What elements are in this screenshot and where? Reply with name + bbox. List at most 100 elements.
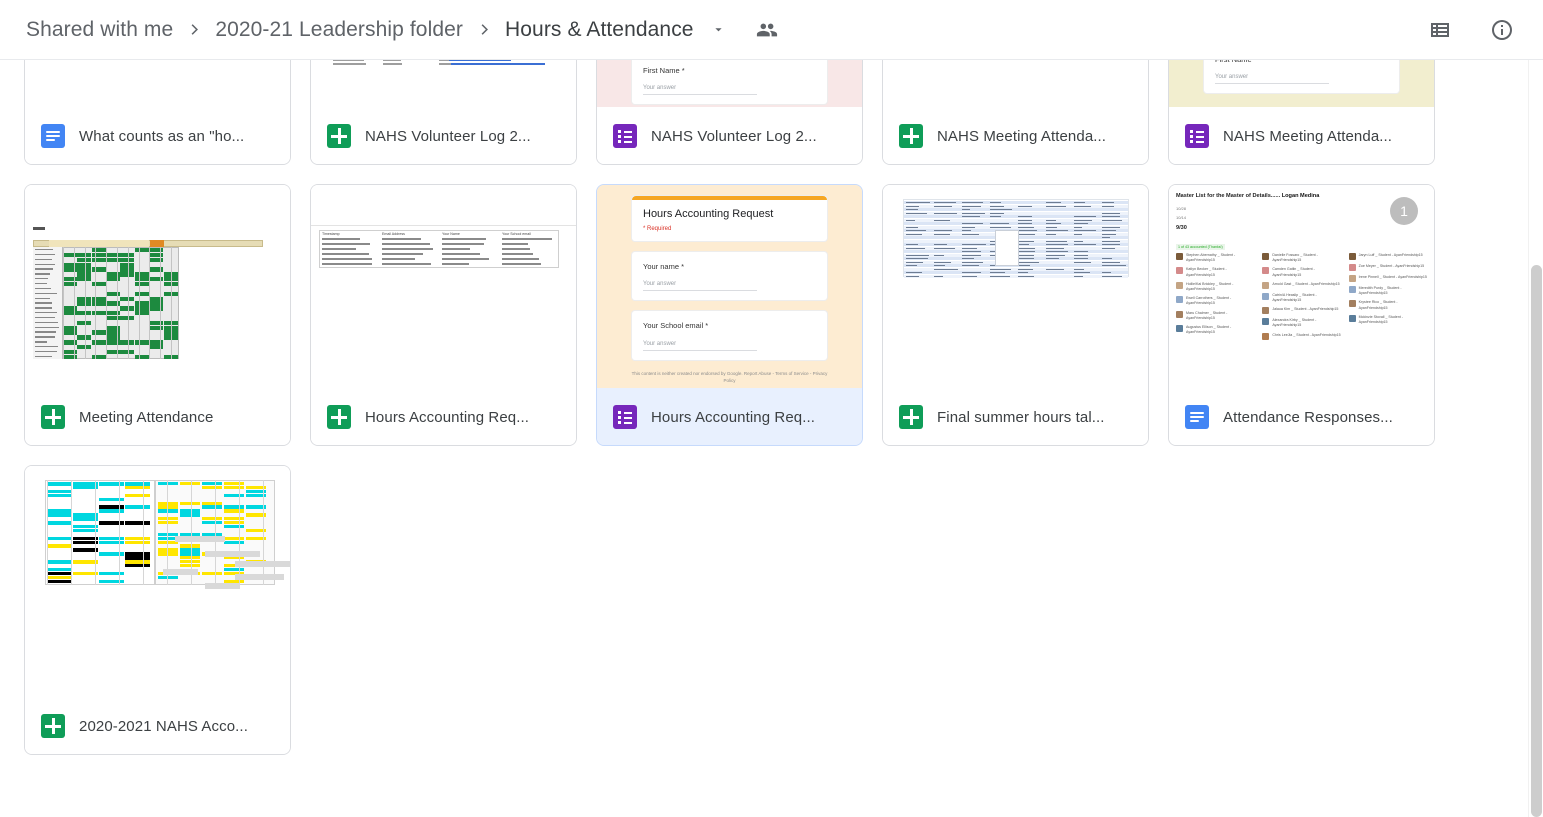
file-badge-count: 1 [1390,197,1418,225]
thumb-doc-entry-name: Zoe Meyer _ Student - AyanFriendship15 [1359,264,1424,271]
google-sheets-icon [41,714,65,738]
avatar [1176,296,1183,303]
form-field-placeholder: Your answer [643,341,757,351]
thumb-doc-entry-name: Mckinzie Stovall _ Student - AyanFriends… [1359,315,1427,325]
google-docs-icon [1185,405,1209,429]
avatar [1349,253,1356,260]
thumb-doc-entry: Chris LeeJia _ Student - AyanFriendship1… [1262,333,1340,340]
thumb-doc-entry-name: Danielle Fossaro _ Student - AyanFriends… [1272,253,1340,263]
file-thumbnail [311,60,576,107]
google-sheets-icon [327,124,351,148]
avatar [1349,315,1356,322]
file-thumbnail: It is the responsibility of the Honor st… [597,60,862,107]
thumb-doc-entry: Danielle Fossaro _ Student - AyanFriends… [1262,253,1340,263]
file-card-footer: Attendance Responses... [1169,388,1434,445]
avatar [1176,253,1183,260]
file-card-footer: NAHS Meeting Attenda... [1169,107,1434,164]
file-card[interactable]: NAHS Meeting Attenda... [882,60,1149,165]
file-card[interactable]: Master List for the Master of Details...… [1168,184,1435,446]
file-grid: Meetings attended for NAHS club, MOMA Te… [0,60,1543,755]
list-view-icon[interactable] [1425,15,1455,45]
form-field-placeholder: Your answer [643,85,757,95]
breadcrumb-item-shared-with-me[interactable]: Shared with me [22,16,177,44]
file-card-footer: What counts as an "ho... [25,107,290,164]
thumb-doc-entry-name: Maru Chalmer _ Student - AyanFriendship1… [1186,311,1254,321]
file-thumbnail [25,185,290,388]
form-field-card: Your School email * Your answer [631,310,828,360]
thumb-doc-entry: Jalaua Kim _ Student - AyanFriendship15 [1262,307,1340,314]
google-sheets-icon [327,405,351,429]
people-icon[interactable] [754,17,780,43]
breadcrumb-item-current-folder[interactable]: Hours & Attendance [501,16,698,44]
file-name: NAHS Meeting Attenda... [937,128,1106,145]
form-field-card: Your name * Your answer [631,251,828,301]
file-card-footer: Final summer hours tal... [883,388,1148,445]
thumb-doc-entry-name: Krystee Rico _ Student - AyanFriendship1… [1359,300,1427,310]
thumb-doc-entry-name: Meredith Purdy _ Student - AyanFriendshi… [1359,286,1427,296]
scrollbar-thumb[interactable] [1531,265,1542,817]
thumb-doc-entry: Krystee Rico _ Student - AyanFriendship1… [1349,300,1427,310]
file-thumbnail [883,185,1148,388]
thumb-doc-entry: Augustus Ellison _ Student - AyanFriends… [1176,325,1254,335]
google-forms-icon [1185,124,1209,148]
thumb-doc-entry-name: Hollie/Kai Brickley _ Student - AyanFrie… [1186,282,1254,292]
file-card[interactable]: You will self report your attendance at … [1168,60,1435,165]
vertical-scrollbar[interactable] [1528,60,1543,817]
form-field-card: First Name * Your answer [631,60,828,105]
thumb-doc-entry: Camden Gatlin _ Student - AyanFriendship… [1262,267,1340,277]
chevron-down-icon[interactable] [708,19,730,41]
file-name: Attendance Responses... [1223,409,1393,426]
breadcrumb-item-leadership-folder[interactable]: 2020-21 Leadership folder [211,16,467,44]
thumb-doc-columns: Stephen Abernathy _ Student - AyanFriend… [1176,253,1427,344]
file-card[interactable]: It is the responsibility of the Honor st… [596,60,863,165]
thumb-doc-entry: Stephen Abernathy _ Student - AyanFriend… [1176,253,1254,263]
avatar [1262,253,1269,260]
info-circle-icon[interactable] [1487,15,1517,45]
chevron-right-icon [467,18,501,42]
form-accent-bar [632,196,827,200]
avatar [1349,286,1356,293]
thumb-doc-entry-name: Arnold Gast _ Student - AyanFriendship15 [1272,282,1339,289]
thumb-doc-entry-name: Stephen Abernathy _ Student - AyanFriend… [1186,253,1254,263]
file-name: Hours Accounting Req... [651,409,815,426]
thumb-doc-entry: Irene Pinnell _ Student - AyanFriendship… [1349,275,1427,282]
file-card[interactable]: Meeting Attendance [24,184,291,446]
thumb-doc-entry: Mckinzie Stovall _ Student - AyanFriends… [1349,315,1427,325]
thumb-doc-entry-name: Camden Gatlin _ Student - AyanFriendship… [1272,267,1340,277]
thumb-doc-entry: Katlyn Becker _ Student - AyanFriendship… [1176,267,1254,277]
file-thumbnail: Master List for the Master of Details...… [1169,185,1434,388]
thumb-doc-column: Jaryn Luff _ Student - AyanFriendship15 … [1349,253,1427,344]
avatar [1262,307,1269,314]
form-field-label: First Name * [643,65,816,76]
file-card[interactable]: Final summer hours tal... [882,184,1149,446]
thumb-sheet-responses: Timestamp Email Address Your Name Your Scho… [311,185,576,388]
thumb-doc-entry-name: Jaryn Luff _ Student - AyanFriendship15 [1359,253,1423,260]
file-thumbnail: Meetings attended for NAHS club, MOMA Te… [25,60,290,107]
file-card-footer: NAHS Volunteer Log 2... [311,107,576,164]
breadcrumb: Shared with me 2020-21 Leadership folder… [0,16,780,44]
google-sheets-icon [899,124,923,148]
avatar [1176,311,1183,318]
file-card-footer: 2020-2021 NAHS Acco... [25,697,290,754]
file-name: 2020-2021 NAHS Acco... [79,718,248,735]
thumb-form-yellow: You will self report your attendance at … [1169,60,1434,107]
avatar [1262,267,1269,274]
thumb-doc-entry-name: Augustus Ellison _ Student - AyanFriends… [1186,325,1254,335]
avatar [1349,264,1356,271]
thumb-form-pink: It is the responsibility of the Honor st… [597,60,862,107]
file-card[interactable]: Meetings attended for NAHS club, MOMA Te… [24,60,291,165]
file-card[interactable]: 2020-2021 NAHS Acco... [24,465,291,755]
thumb-doc-entry: Alexandra Kirby _ Student - AyanFriendsh… [1262,318,1340,328]
file-card[interactable]: Timestamp Email Address Your Name Your Scho… [310,184,577,446]
thumb-doc-column: Stephen Abernathy _ Student - AyanFriend… [1176,253,1254,344]
form-footer-text: This content is neither created nor endo… [631,370,828,384]
thumb-sheet-links [311,60,576,107]
file-row: Meetings attended for NAHS club, MOMA Te… [24,60,1543,165]
google-sheets-icon [41,405,65,429]
file-card-selected[interactable]: Hours Accounting Request * Required Your… [596,184,863,446]
file-grid-area[interactable]: Meetings attended for NAHS club, MOMA Te… [0,60,1543,817]
thumb-doc-entry-name: Jalaua Kim _ Student - AyanFriendship15 [1272,307,1338,314]
thumb-sheet-blue-rows [883,185,1148,388]
file-card[interactable]: NAHS Volunteer Log 2... [310,60,577,165]
thumb-doc-entry-name: Chris LeeJia _ Student - AyanFriendship1… [1272,333,1340,340]
